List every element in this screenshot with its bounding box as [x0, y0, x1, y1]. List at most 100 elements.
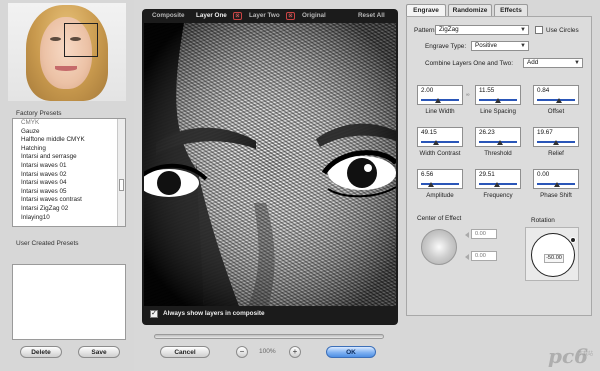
layer-one-toggle-icon[interactable]: ⊠ [233, 12, 242, 20]
preset-item[interactable]: Intarsi ZigZag 02 [13, 205, 125, 214]
factory-presets-list[interactable]: CMYK Gauze Halftone middle CMYK Hatching Int… [12, 118, 126, 227]
slider-thumb[interactable] [432, 140, 439, 145]
combine-layers-select[interactable]: Add ▼ [523, 58, 583, 68]
slider-value[interactable]: 29.51 [479, 171, 495, 178]
slider-value[interactable]: 2.00 [421, 87, 433, 94]
center-of-effect-wheel[interactable] [421, 229, 457, 265]
preset-item[interactable]: Intarsi waves 02 [13, 171, 125, 180]
user-presets-label: User Created Presets [16, 240, 79, 247]
slider-frequency[interactable]: 29.51 [475, 169, 521, 189]
tab-original[interactable]: Original [302, 12, 326, 19]
watermark-subtitle: 下载站 [578, 351, 594, 357]
preset-item[interactable]: Halftone middle CMYK [13, 136, 125, 145]
link-icon[interactable]: ∞ [466, 92, 470, 98]
tab-engrave[interactable]: Engrave [406, 4, 446, 16]
delete-button[interactable]: Delete [20, 346, 62, 358]
tab-layer-one[interactable]: Layer One [196, 12, 227, 19]
user-presets-list[interactable] [12, 264, 126, 340]
preset-item[interactable]: Inlaying10 [13, 214, 125, 223]
engraved-portrait [144, 23, 396, 306]
slider-line-spacing[interactable]: 11.55 [475, 85, 521, 105]
slider-value[interactable]: 26.23 [479, 129, 495, 136]
rotation-dial[interactable]: -50.00 [531, 233, 576, 277]
slider-value[interactable]: 6.56 [421, 171, 433, 178]
slider-line-width[interactable]: 2.00 [417, 85, 463, 105]
layer-two-toggle-icon[interactable]: ⊠ [286, 12, 295, 20]
slider-label: Amplitude [426, 192, 454, 199]
slider-thumb[interactable] [555, 98, 562, 103]
center-y-knob[interactable] [465, 254, 469, 260]
center-x-knob[interactable] [465, 232, 469, 238]
zoom-in-icon[interactable]: + [289, 346, 301, 358]
slider-label: Line Spacing [480, 108, 516, 115]
slider-label: Width Contrast [419, 150, 461, 157]
slider-label: Line Width [425, 108, 455, 115]
slider-value[interactable]: 0.00 [537, 171, 549, 178]
tab-layer-two[interactable]: Layer Two [249, 12, 280, 19]
engraved-preview-image[interactable] [144, 23, 396, 306]
preset-item[interactable]: Hatching [13, 145, 125, 154]
chevron-down-icon: ▼ [574, 60, 580, 66]
slider-thumb[interactable] [428, 182, 435, 187]
pattern-select[interactable]: ZigZag ▼ [435, 25, 529, 35]
rotation-label: Rotation [531, 217, 555, 224]
center-y-input[interactable]: 0.00 [471, 251, 497, 261]
chevron-down-icon: ▼ [520, 27, 526, 33]
slider-thumb[interactable] [493, 182, 500, 187]
slider-thumb[interactable] [554, 182, 560, 187]
slider-label: Relief [548, 150, 564, 157]
slider-thumb[interactable] [495, 98, 502, 103]
save-button[interactable]: Save [78, 346, 120, 358]
chevron-down-icon: ▼ [520, 43, 526, 49]
view-region-box[interactable] [64, 23, 98, 57]
slider-value[interactable]: 19.67 [537, 129, 553, 136]
slider-thumb[interactable] [552, 140, 559, 145]
preset-list-scrollbar[interactable] [117, 119, 125, 226]
slider-track[interactable] [421, 183, 459, 185]
slider-amplitude[interactable]: 6.56 [417, 169, 463, 189]
rotation-handle-icon[interactable] [570, 237, 576, 243]
preset-item[interactable]: Intarsi waves 01 [13, 162, 125, 171]
use-circles-label: Use Circles [546, 27, 579, 34]
slider-label: Offset [547, 108, 565, 115]
preview-horizontal-scrollbar[interactable] [154, 334, 384, 339]
ok-button[interactable]: OK [326, 346, 376, 358]
rotation-value[interactable]: -50.00 [544, 254, 564, 263]
view-tabs: Composite Layer One ⊠ Layer Two ⊠ Origin… [142, 12, 398, 22]
slider-thumb[interactable] [435, 98, 442, 103]
rotation-control: -50.00 [525, 227, 579, 281]
slider-thumb[interactable] [496, 140, 503, 145]
slider-relief[interactable]: 19.67 [533, 127, 579, 147]
slider-offset[interactable]: 0.84 [533, 85, 579, 105]
slider-value[interactable]: 49.15 [421, 129, 437, 136]
tab-composite[interactable]: Composite [152, 12, 185, 19]
center-x-input[interactable]: 0.00 [471, 229, 497, 239]
reset-all-button[interactable]: Reset All [358, 12, 385, 19]
always-show-layers-checkbox[interactable]: ✓ [150, 310, 158, 318]
tab-effects[interactable]: Effects [494, 4, 528, 16]
preset-list-scroll-thumb[interactable] [119, 179, 124, 191]
pattern-label: Pattern: [414, 27, 437, 34]
preset-item[interactable]: Intarsi and serrasge [13, 153, 125, 162]
preset-item[interactable]: Intarsi waves 05 [13, 188, 125, 197]
preset-item[interactable]: Gauze [13, 128, 125, 137]
use-circles-checkbox[interactable] [535, 26, 543, 34]
thumbnail-mouth [55, 66, 77, 71]
engrave-type-select[interactable]: Positive ▼ [471, 41, 529, 51]
slider-value[interactable]: 0.84 [537, 87, 549, 94]
slider-track[interactable] [421, 141, 459, 143]
slider-threshold[interactable]: 26.23 [475, 127, 521, 147]
preset-item[interactable]: CMYK [13, 119, 125, 128]
slider-width-contrast[interactable]: 49.15 [417, 127, 463, 147]
preset-item[interactable]: Intarsi waves contrast [13, 196, 125, 205]
source-thumbnail[interactable] [8, 3, 126, 101]
slider-label: Frequency [483, 192, 513, 199]
cancel-button[interactable]: Cancel [160, 346, 210, 358]
zoom-out-icon[interactable]: − [236, 346, 248, 358]
slider-value[interactable]: 11.55 [479, 87, 494, 94]
slider-phase-shift[interactable]: 0.00 [533, 169, 579, 189]
combine-layers-value: Add [527, 59, 539, 66]
engrave-settings: Pattern: ZigZag ▼ Use Circles Engrave Ty… [406, 16, 592, 316]
tab-randomize[interactable]: Randomize [448, 4, 492, 16]
preset-item[interactable]: Intarsi waves 04 [13, 179, 125, 188]
